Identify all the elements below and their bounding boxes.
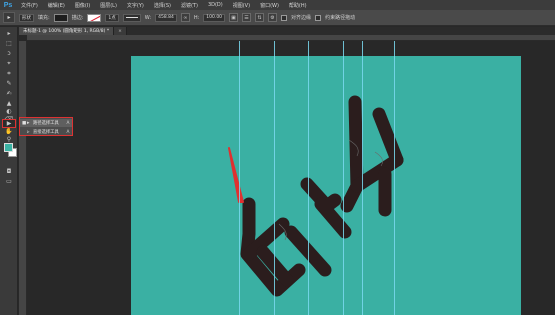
- flyout-item-path-selection[interactable]: ■ ▸ 路径选择工具 A: [20, 119, 72, 127]
- link-icon[interactable]: ∞: [180, 13, 190, 22]
- guide-line[interactable]: [308, 41, 309, 315]
- path-alignment-icon[interactable]: ☰: [242, 13, 252, 22]
- stroke-width-field[interactable]: 1点: [105, 13, 119, 22]
- menu-select[interactable]: 选择(S): [149, 2, 176, 9]
- shortcut-key: A: [66, 120, 70, 126]
- guide-line[interactable]: [394, 41, 395, 315]
- marquee-tool-icon[interactable]: ⬚: [2, 39, 16, 48]
- menu-type[interactable]: 文字(Y): [122, 2, 149, 9]
- tools-panel: ▸ ⬚ ↄ ⌖ ⌗ ✎ ✍ ▲ ◐ ⌫ ▶ ✋ ⚲ ◘ ▭: [0, 27, 18, 315]
- shortcut-key: A: [66, 129, 70, 135]
- tool-preset-picker[interactable]: ▸: [3, 12, 15, 23]
- menu-help[interactable]: 帮助(H): [284, 2, 312, 9]
- fill-label: 填充:: [38, 15, 50, 21]
- width-label: W:: [144, 14, 152, 21]
- menu-layer[interactable]: 图层(L): [95, 2, 122, 9]
- gear-icon[interactable]: ⚙: [268, 13, 278, 22]
- letter-shapes: [240, 95, 404, 297]
- annotation-arrow: [228, 147, 244, 203]
- menu-edit[interactable]: 编辑(E): [43, 2, 70, 9]
- flyout-item-label: 路径选择工具: [33, 121, 59, 126]
- document-tabs: 未标题-1 @ 100% (圆角矩形 1, RGB/8) * ×: [19, 27, 555, 35]
- brush-tool-icon[interactable]: ✍: [2, 89, 16, 98]
- eyedropper-icon[interactable]: ✎: [2, 79, 16, 88]
- path-arrangement-icon[interactable]: ⇅: [255, 13, 265, 22]
- screen-mode-icon[interactable]: ▭: [2, 177, 16, 186]
- crop-tool-icon[interactable]: ⌗: [2, 69, 16, 78]
- foreground-color-swatch[interactable]: [4, 143, 13, 152]
- height-field[interactable]: 100.00: [203, 13, 226, 22]
- artwork-layer[interactable]: [131, 56, 521, 315]
- menu-image[interactable]: 图像(I): [70, 2, 95, 9]
- flyout-item-direct-selection[interactable]: ▹ 直接选择工具 A: [20, 128, 72, 136]
- flyout-item-label: 直接选择工具: [33, 130, 59, 135]
- align-edges-checkbox[interactable]: [281, 14, 288, 21]
- menu-view[interactable]: 视图(V): [228, 2, 255, 9]
- guide-line[interactable]: [274, 41, 275, 315]
- align-edges-label: 对齐边缘: [291, 15, 312, 21]
- guide-line[interactable]: [239, 41, 240, 315]
- guide-line[interactable]: [362, 41, 363, 315]
- tool-flyout-menu: ■ ▸ 路径选择工具 A ▹ 直接选择工具 A: [19, 117, 73, 136]
- constrain-path-checkbox[interactable]: [315, 14, 322, 21]
- menu-bar: Ps 文件(F) 编辑(E) 图像(I) 图层(L) 文字(Y) 选择(S) 滤…: [0, 0, 555, 10]
- guide-line[interactable]: [343, 41, 344, 315]
- width-field[interactable]: 458.84: [155, 13, 177, 22]
- menu-3d[interactable]: 3D(D): [203, 2, 228, 8]
- stroke-label: 描边:: [71, 15, 84, 21]
- menu-window[interactable]: 窗口(W): [255, 2, 284, 9]
- photoshop-logo: Ps: [3, 1, 13, 9]
- move-tool-icon[interactable]: ▸: [2, 29, 16, 38]
- constrain-path-label: 约束路径拖动: [325, 15, 356, 21]
- quick-select-icon[interactable]: ⌖: [2, 59, 16, 68]
- path-operations-icon[interactable]: ▣: [229, 13, 239, 22]
- menu-file[interactable]: 文件(F): [16, 2, 43, 9]
- tab-document[interactable]: 未标题-1 @ 100% (圆角矩形 1, RGB/8) *: [19, 27, 115, 35]
- vertical-ruler[interactable]: [19, 41, 27, 315]
- tab-close-icon[interactable]: ×: [114, 27, 127, 35]
- menu-filter[interactable]: 滤镜(T): [176, 2, 203, 9]
- fill-swatch[interactable]: [53, 13, 68, 22]
- options-bar: ▸ 形状 填充: 描边: 1点 W: 458.84 ∞ H: 100.00 ▣ …: [0, 10, 555, 26]
- stroke-swatch[interactable]: [87, 13, 102, 22]
- lasso-tool-icon[interactable]: ↄ: [2, 49, 16, 58]
- height-label: H:: [193, 14, 200, 21]
- stroke-type-select[interactable]: [122, 13, 141, 22]
- shape-mode-select[interactable]: 形状: [19, 13, 34, 22]
- quick-mask-icon[interactable]: ◘: [2, 167, 16, 176]
